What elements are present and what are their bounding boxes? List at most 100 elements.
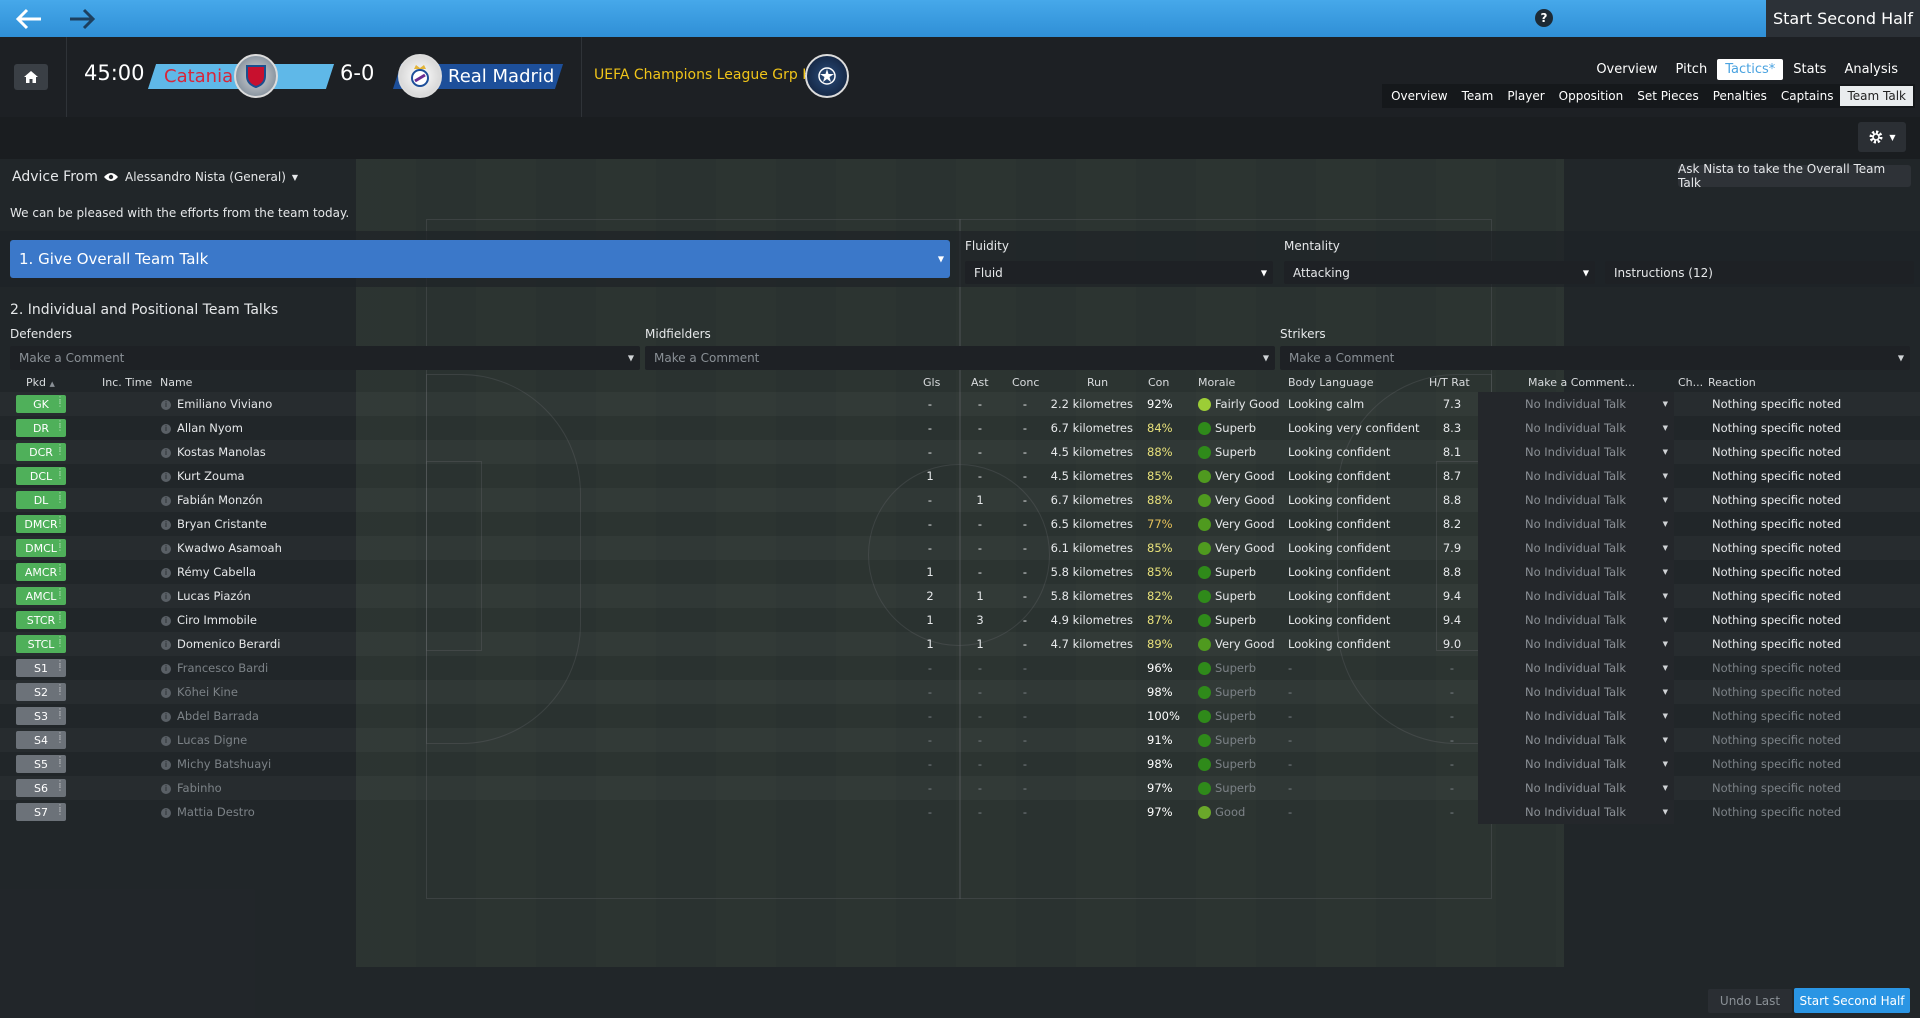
drag-handle-icon[interactable]: ⋮ ⋮	[56, 756, 64, 768]
player-name[interactable]: i Rémy Cabella	[161, 560, 256, 584]
individual-talk-select[interactable]: No Individual Talk ▼	[1478, 632, 1674, 656]
header-run[interactable]: Run	[1087, 376, 1108, 389]
individual-talk-select[interactable]: No Individual Talk ▼	[1478, 608, 1674, 632]
individual-talk-select[interactable]: No Individual Talk ▼	[1478, 512, 1674, 536]
competition-name[interactable]: UEFA Champions League Grp H	[594, 67, 813, 83]
position-badge[interactable]: GK ⋮ ⋮	[16, 395, 66, 413]
info-icon[interactable]: i	[161, 687, 171, 698]
table-row[interactable]: GK ⋮ ⋮ i Emiliano Viviano - - - 2.2 kilometres 92…	[0, 392, 1920, 416]
player-name[interactable]: i Francesco Bardi	[161, 656, 268, 680]
info-icon[interactable]: i	[161, 615, 171, 626]
info-icon[interactable]: i	[161, 495, 171, 506]
strikers-comment-select[interactable]: Make a Comment ▼	[1280, 346, 1910, 370]
player-name[interactable]: i Kurt Zouma	[161, 464, 245, 488]
drag-handle-icon[interactable]: ⋮ ⋮	[56, 468, 64, 480]
header-name[interactable]: Name	[160, 376, 192, 389]
player-name[interactable]: i Domenico Berardi	[161, 632, 280, 656]
player-name[interactable]: i Mattia Destro	[161, 800, 255, 824]
table-row[interactable]: S4 ⋮ ⋮ i Lucas Digne - - - 91% Superb - - No Individ…	[0, 728, 1920, 752]
header-reaction[interactable]: Reaction	[1708, 376, 1756, 389]
info-icon[interactable]: i	[161, 543, 171, 554]
position-badge[interactable]: DCL ⋮ ⋮	[16, 467, 66, 485]
player-name[interactable]: i Fabinho	[161, 776, 222, 800]
info-icon[interactable]: i	[161, 591, 171, 602]
position-badge[interactable]: STCL ⋮ ⋮	[16, 635, 66, 653]
header-condition[interactable]: Con	[1148, 376, 1169, 389]
header-conceded[interactable]: Conc	[1012, 376, 1039, 389]
undo-last-button[interactable]: Undo Last	[1708, 989, 1792, 1013]
individual-talk-select[interactable]: No Individual Talk ▼	[1478, 488, 1674, 512]
back-button[interactable]	[11, 4, 47, 34]
info-icon[interactable]: i	[161, 423, 171, 434]
header-inc-time[interactable]: Inc. Time	[102, 376, 152, 389]
start-second-half-top-button[interactable]: Start Second Half	[1766, 0, 1920, 37]
individual-talk-select[interactable]: No Individual Talk ▼	[1478, 392, 1674, 416]
position-badge[interactable]: S7 ⋮ ⋮	[16, 803, 66, 821]
table-row[interactable]: DR ⋮ ⋮ i Allan Nyom - - - 6.7 kilometres 84% Super…	[0, 416, 1920, 440]
position-badge[interactable]: S5 ⋮ ⋮	[16, 755, 66, 773]
table-row[interactable]: AMCL ⋮ ⋮ i Lucas Piazón 2 1 - 5.8 kilometres 82% S…	[0, 584, 1920, 608]
individual-talk-select[interactable]: No Individual Talk ▼	[1478, 704, 1674, 728]
position-badge[interactable]: AMCL ⋮ ⋮	[16, 587, 66, 605]
table-row[interactable]: S1 ⋮ ⋮ i Francesco Bardi - - - 96% Superb - - No Ind…	[0, 656, 1920, 680]
subtab-team[interactable]: Team	[1455, 86, 1501, 106]
info-icon[interactable]: i	[161, 399, 171, 410]
player-name[interactable]: i Fabián Monzón	[161, 488, 263, 512]
fluidity-select[interactable]: Fluid ▼	[965, 261, 1273, 284]
player-name[interactable]: i Bryan Cristante	[161, 512, 267, 536]
header-goals[interactable]: Gls	[923, 376, 940, 389]
overall-team-talk-button[interactable]: 1. Give Overall Team Talk ▼	[10, 240, 950, 278]
drag-handle-icon[interactable]: ⋮ ⋮	[56, 660, 64, 672]
table-row[interactable]: DCL ⋮ ⋮ i Kurt Zouma 1 - - 4.5 kilometres 85% Very…	[0, 464, 1920, 488]
individual-talk-select[interactable]: No Individual Talk ▼	[1478, 800, 1674, 824]
subtab-captains[interactable]: Captains	[1774, 86, 1841, 106]
table-row[interactable]: S5 ⋮ ⋮ i Michy Batshuayi - - - 98% Superb - - No Ind…	[0, 752, 1920, 776]
drag-handle-icon[interactable]: ⋮ ⋮	[56, 780, 64, 792]
position-badge[interactable]: AMCR ⋮ ⋮	[16, 563, 66, 581]
table-row[interactable]: STCL ⋮ ⋮ i Domenico Berardi 1 1 - 4.7 kilometres…	[0, 632, 1920, 656]
position-badge[interactable]: DMCR ⋮ ⋮	[16, 515, 66, 533]
individual-talk-select[interactable]: No Individual Talk ▼	[1478, 728, 1674, 752]
info-icon[interactable]: i	[161, 711, 171, 722]
header-pos[interactable]: Pkd ▲	[26, 376, 55, 389]
settings-button[interactable]: ▼	[1858, 122, 1906, 152]
help-icon[interactable]: ?	[1535, 9, 1553, 27]
instructions-button[interactable]: Instructions (12)	[1605, 261, 1914, 284]
individual-talk-select[interactable]: No Individual Talk ▼	[1478, 440, 1674, 464]
table-row[interactable]: DCR ⋮ ⋮ i Kostas Manolas - - - 4.5 kilometres 88%…	[0, 440, 1920, 464]
player-name[interactable]: i Lucas Digne	[161, 728, 247, 752]
drag-handle-icon[interactable]: ⋮ ⋮	[56, 588, 64, 600]
position-badge[interactable]: S1 ⋮ ⋮	[16, 659, 66, 677]
individual-talk-select[interactable]: No Individual Talk ▼	[1478, 464, 1674, 488]
header-make-comment[interactable]: Make a Comment...	[1528, 376, 1635, 389]
tab-pitch[interactable]: Pitch	[1668, 59, 1716, 80]
drag-handle-icon[interactable]: ⋮ ⋮	[56, 420, 64, 432]
info-icon[interactable]: i	[161, 735, 171, 746]
home-team-name[interactable]: Catania	[164, 64, 233, 89]
subtab-team-talk[interactable]: Team Talk	[1840, 86, 1913, 106]
table-row[interactable]: STCR ⋮ ⋮ i Ciro Immobile 1 3 - 4.9 kilometres 87%…	[0, 608, 1920, 632]
position-badge[interactable]: S4 ⋮ ⋮	[16, 731, 66, 749]
position-badge[interactable]: S2 ⋮ ⋮	[16, 683, 66, 701]
player-name[interactable]: i Michy Batshuayi	[161, 752, 271, 776]
subtab-player[interactable]: Player	[1500, 86, 1551, 106]
tab-stats[interactable]: Stats	[1785, 59, 1834, 80]
table-row[interactable]: S7 ⋮ ⋮ i Mattia Destro - - - 97% Good - - No Individ…	[0, 800, 1920, 824]
individual-talk-select[interactable]: No Individual Talk ▼	[1478, 656, 1674, 680]
tab-tactics[interactable]: Tactics*	[1717, 59, 1784, 80]
mentality-select[interactable]: Attacking ▼	[1284, 261, 1595, 284]
drag-handle-icon[interactable]: ⋮ ⋮	[56, 444, 64, 456]
player-name[interactable]: i Kwadwo Asamoah	[161, 536, 282, 560]
midfielders-comment-select[interactable]: Make a Comment ▼	[645, 346, 1275, 370]
subtab-overview[interactable]: Overview	[1384, 86, 1455, 106]
info-icon[interactable]: i	[161, 759, 171, 770]
table-row[interactable]: DMCR ⋮ ⋮ i Bryan Cristante - - - 6.5 kilometres 7…	[0, 512, 1920, 536]
drag-handle-icon[interactable]: ⋮ ⋮	[56, 492, 64, 504]
individual-talk-select[interactable]: No Individual Talk ▼	[1478, 416, 1674, 440]
position-badge[interactable]: DR ⋮ ⋮	[16, 419, 66, 437]
player-name[interactable]: i Emiliano Viviano	[161, 392, 272, 416]
drag-handle-icon[interactable]: ⋮ ⋮	[56, 516, 64, 528]
player-name[interactable]: i Kōhei Kine	[161, 680, 238, 704]
individual-talk-select[interactable]: No Individual Talk ▼	[1478, 584, 1674, 608]
info-icon[interactable]: i	[161, 471, 171, 482]
